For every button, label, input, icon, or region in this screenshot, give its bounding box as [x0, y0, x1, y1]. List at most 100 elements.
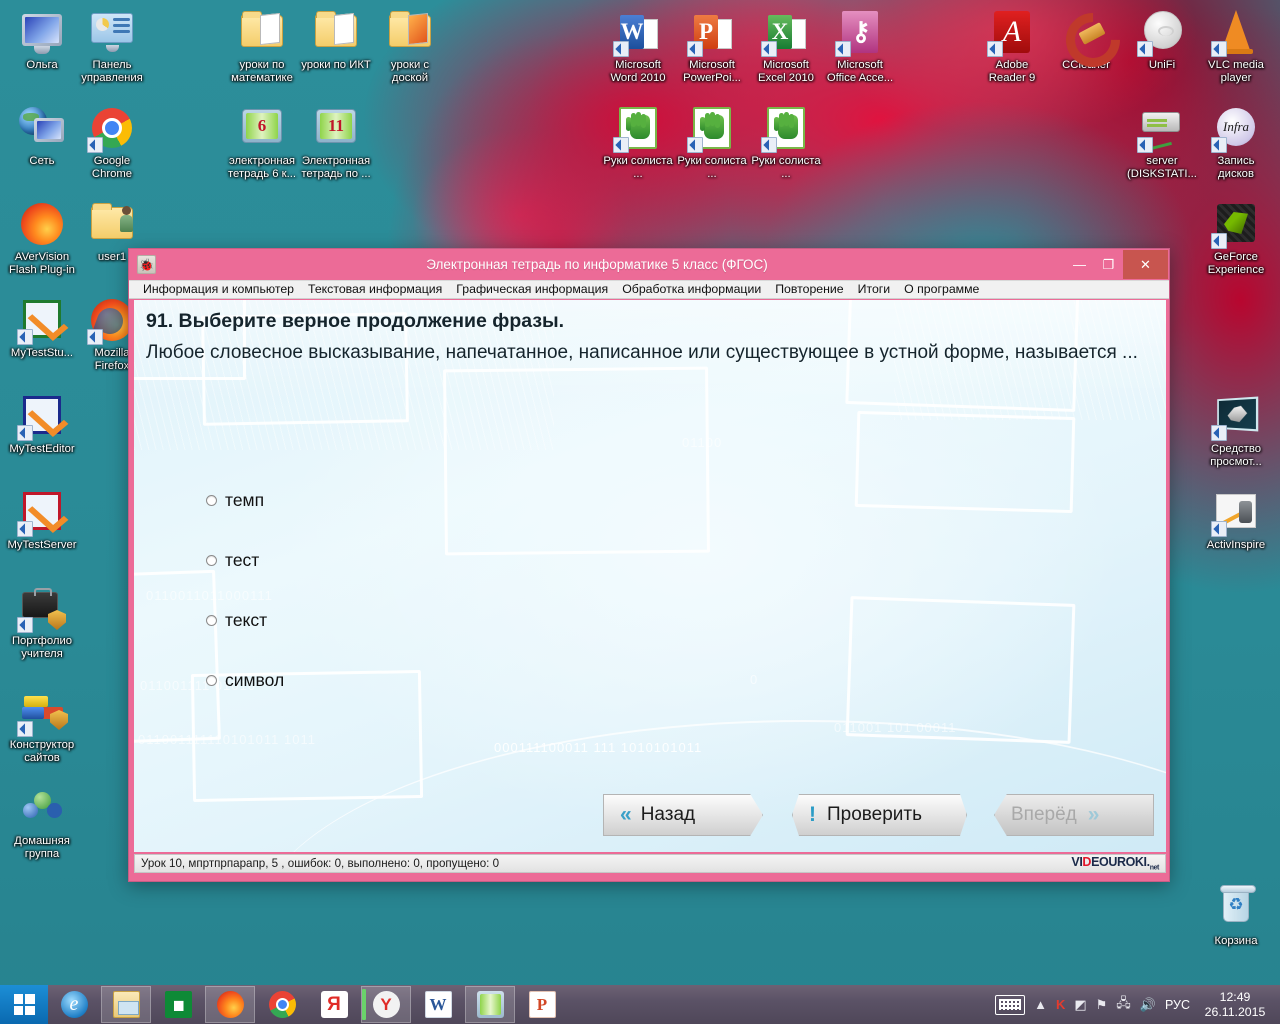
desktop-icon[interactable]: VLC media player [1200, 8, 1272, 84]
desktop-icon[interactable]: Ольга [6, 8, 78, 72]
desktop-icon[interactable]: ⚷ Microsoft Office Acce... [824, 8, 896, 84]
word-icon [424, 991, 452, 1018]
radio-button-icon[interactable] [206, 554, 217, 566]
desktop-icon[interactable]: уроки с доской [374, 8, 446, 84]
menu-item[interactable]: Графическая информация [449, 280, 615, 299]
file-explorer-icon [112, 991, 140, 1018]
desktop-icon[interactable]: CCleaner [1050, 8, 1122, 72]
desktop-icon[interactable]: Конструктор сайтов [6, 688, 78, 764]
desktop-icon[interactable]: Домашняя группа [6, 784, 78, 860]
radio-button-icon[interactable] [206, 614, 217, 626]
system-tray: ▲ K ◩ ⚑ 🖧 🔊 РУС 12:49 26.11.2015 [995, 990, 1280, 1020]
desktop-icon[interactable]: ActivInspire [1200, 488, 1272, 552]
flag-icon[interactable]: ⚑ [1096, 997, 1108, 1013]
videouroki-brand: VIDEOUROKI.net [1071, 855, 1159, 872]
desktop-icon[interactable]: MyTestEditor [6, 392, 78, 456]
taskbar-item-elektronnaya-tetrad[interactable] [465, 986, 515, 1023]
chevron-left-icon: « [620, 803, 632, 826]
window-titlebar: 🐞 Электронная тетрадь по информатике 5 к… [129, 249, 1169, 280]
taskbar-item-yandex-browser[interactable] [361, 986, 411, 1023]
show-hidden-icons-button[interactable]: ▲ [1034, 997, 1047, 1012]
desktop-icon[interactable]: Сеть [6, 104, 78, 168]
desktop-icon[interactable]: Портфолио учителя [6, 584, 78, 660]
maximize-button[interactable]: ❐ [1094, 250, 1123, 279]
desktop-icon[interactable]: уроки по математике [226, 8, 298, 84]
infrarecorder-icon [1211, 104, 1260, 153]
desktop-icon[interactable]: 6 электронная тетрадь 6 к... [226, 104, 298, 180]
desktop-icon[interactable]: AVerVision Flash Plug-in [6, 200, 78, 276]
keyboard-icon[interactable] [995, 994, 1026, 1015]
taskbar-item-chrome[interactable] [257, 986, 307, 1023]
menu-item[interactable]: Повторение [768, 280, 850, 299]
network-icon[interactable]: 🖧 [1116, 994, 1131, 1016]
clock[interactable]: 12:49 26.11.2015 [1199, 990, 1271, 1020]
desktop-icon[interactable]: Google Chrome [76, 104, 148, 180]
back-button[interactable]: « Назад [603, 794, 763, 836]
geforce-icon [1211, 200, 1260, 249]
minimize-button[interactable]: — [1065, 250, 1094, 279]
radio-button-icon[interactable] [206, 494, 217, 506]
desktop-icon[interactable]: Руки солиста ... [676, 104, 748, 180]
desktop-icon[interactable]: X Microsoft Excel 2010 [750, 8, 822, 84]
decor-binary: 011001111110101011 1011 [138, 732, 316, 747]
desktop-icon[interactable]: UniFi [1126, 8, 1198, 72]
desktop-icon[interactable]: 11 Электронная тетрадь по ... [300, 104, 372, 180]
powerpoint-icon: P [687, 8, 736, 57]
network-icon [18, 104, 66, 152]
desktop-icon[interactable]: GeForce Experience [1200, 200, 1272, 276]
menu-item[interactable]: Обработка информации [615, 280, 768, 299]
desktop-icon[interactable]: P Microsoft PowerPoi... [676, 8, 748, 84]
menu-item[interactable]: Итоги [851, 280, 898, 299]
desktop-icon-label: AVerVision Flash Plug-in [9, 251, 75, 276]
desktop-icon[interactable]: Средство просмот... [1200, 392, 1272, 468]
taskbar-item-internet-explorer[interactable] [49, 986, 99, 1023]
menu-item[interactable]: О программе [897, 280, 986, 299]
window-title: Электронная тетрадь по информатике 5 кла… [426, 257, 768, 272]
desktop-icon[interactable]: Руки солиста ... [750, 104, 822, 180]
brand-suffix: net [1149, 864, 1160, 872]
decor-binary: 011001 101 00011 [834, 720, 957, 735]
taskbar-item-powerpoint[interactable] [517, 986, 567, 1023]
desktop-icon[interactable]: Корзина [1200, 884, 1272, 948]
desktop-icon-label: Корзина [1214, 935, 1258, 947]
desktop-icon-label: Ольга [26, 59, 58, 71]
back-button-label: Назад [640, 804, 696, 825]
volume-icon[interactable]: 🔊 [1140, 997, 1156, 1013]
desktop-icon[interactable]: Запись дисков [1200, 104, 1272, 180]
desktop-icon[interactable]: Панель управления [76, 8, 148, 84]
desktop-icon[interactable]: W Microsoft Word 2010 [602, 8, 674, 84]
taskbar-item-windows-store[interactable] [153, 986, 203, 1023]
radio-button-icon[interactable] [206, 674, 217, 686]
answer-option[interactable]: тест [206, 530, 284, 590]
taskbar-item-firefox[interactable] [205, 986, 255, 1023]
mytest-server-icon [17, 488, 66, 537]
desktop-icon[interactable]: MyTestServer [6, 488, 78, 552]
yandex-browser-icon [372, 991, 400, 1018]
desktop-icon-label: Панель управления [81, 59, 143, 84]
desktop-icon-label: уроки по ИКТ [301, 59, 371, 71]
desktop-icon[interactable]: Adobe Reader 9 [976, 8, 1048, 84]
forward-button[interactable]: Вперёд » [994, 794, 1154, 836]
taskbar-item-word[interactable] [413, 986, 463, 1023]
answer-option[interactable]: символ [206, 650, 284, 710]
desktop-icon[interactable]: server (DISKSTATI... [1126, 104, 1198, 180]
folder-docs-icon [238, 8, 286, 56]
desktop-icon[interactable]: уроки по ИКТ [300, 8, 372, 72]
taskbar-item-yandex[interactable] [309, 986, 359, 1023]
taskbar-item-file-explorer[interactable] [101, 986, 151, 1023]
start-button[interactable] [0, 985, 48, 1024]
close-button[interactable]: ✕ [1123, 250, 1168, 279]
desktop-icon[interactable]: Руки солиста ... [602, 104, 674, 180]
menu-item[interactable]: Информация и компьютер [136, 280, 301, 299]
answer-option[interactable]: темп [206, 470, 284, 530]
desktop-icon-label: Руки солиста ... [677, 155, 747, 180]
check-button[interactable]: ! Проверить [792, 794, 967, 836]
map-icon[interactable]: ◩ [1074, 997, 1086, 1013]
answer-option[interactable]: текст [206, 590, 284, 650]
kaspersky-icon[interactable]: K [1056, 997, 1065, 1012]
yandex-icon [320, 991, 348, 1018]
desktop-icon[interactable]: MyTestStu... [6, 296, 78, 360]
language-indicator[interactable]: РУС [1165, 998, 1190, 1012]
chrome-icon [268, 991, 296, 1018]
menu-item[interactable]: Текстовая информация [301, 280, 449, 299]
